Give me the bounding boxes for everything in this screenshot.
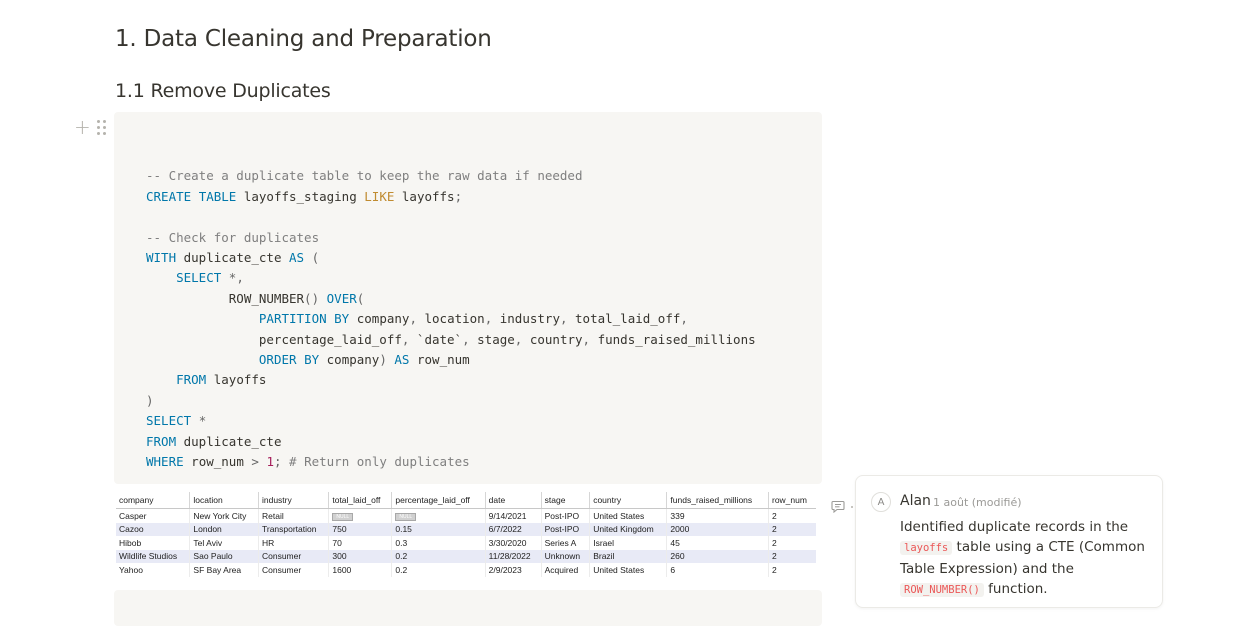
- table-cell: Hibob: [119, 537, 142, 548]
- column-header-industry: industry: [257, 492, 329, 509]
- table-cell: Yahoo: [119, 564, 143, 575]
- inline-code-layoffs: layoffs: [900, 541, 953, 556]
- table-row: Cazoo London Transportation 750 0.15 6/7/2022…: [116, 522, 816, 536]
- table-row: Yahoo SF Bay Area Consumer 1600 0.2 2/9/2023 A…: [116, 563, 816, 577]
- table-cell: 2/9/2023: [484, 563, 542, 577]
- page-heading-1: 1. Data Cleaning and Preparation: [115, 26, 492, 52]
- table-cell: 9/14/2021: [484, 508, 542, 523]
- table-cell: NULL: [328, 508, 392, 523]
- table-cell: 0.2: [391, 549, 486, 563]
- table-header-row: company location industry total_laid_off per…: [116, 492, 816, 509]
- table-cell: 2: [767, 536, 816, 550]
- separator-dot: [851, 505, 853, 508]
- column-header-total-laid-off: total_laid_off: [328, 492, 392, 509]
- table-cell: Cazoo: [116, 522, 190, 536]
- table-cell: Sao Paulo: [189, 549, 259, 563]
- table-cell: 11/28/2022: [484, 549, 542, 563]
- table-cell: United States: [589, 563, 667, 577]
- column-header-country: country: [589, 492, 667, 509]
- table-cell: United Kingdom: [589, 522, 667, 536]
- table-cell: Casper: [119, 510, 147, 521]
- table-cell: SF Bay Area: [189, 563, 259, 577]
- null-badge: NULL: [395, 512, 417, 521]
- comment-text-1: Identified duplicate records in the: [900, 519, 1129, 535]
- table-cell: London: [189, 522, 259, 536]
- table-cell: Series A: [540, 536, 590, 550]
- column-header-company: company: [116, 492, 190, 509]
- table-cell: 45: [666, 536, 769, 550]
- comment-icon: [831, 500, 845, 513]
- drag-handle-icon[interactable]: [96, 119, 106, 135]
- column-header-location: location: [189, 492, 259, 509]
- table-cell: Wildlife Studios: [116, 549, 190, 563]
- table-cell: 2: [767, 522, 816, 536]
- table-cell: Consumer: [257, 549, 329, 563]
- table-cell: 1600: [328, 563, 392, 577]
- query-result-table: company location industry total_laid_off per…: [116, 492, 816, 577]
- table-cell: New York City: [189, 508, 259, 523]
- table-cell: 0.15: [391, 522, 486, 536]
- table-cell: Transportation: [257, 522, 329, 536]
- table-cell: 3/30/2020: [484, 536, 542, 550]
- comment-button[interactable]: [831, 500, 853, 513]
- comment-timestamp: 1 août (modifié): [933, 496, 1022, 509]
- table-cell: 300: [328, 549, 392, 563]
- table-cell: 339: [666, 508, 769, 523]
- table-cell: HR: [257, 536, 329, 550]
- empty-code-block[interactable]: [114, 590, 822, 626]
- inline-code-row-number: ROW_NUMBER(): [900, 582, 984, 597]
- table-cell: 6/7/2022: [484, 522, 542, 536]
- comment-body: Identified duplicate records in the layo…: [900, 517, 1152, 600]
- table-cell: Israel: [589, 536, 667, 550]
- column-header-funds-raised-millions: funds_raised_millions: [666, 492, 769, 509]
- table-cell: Consumer: [257, 563, 329, 577]
- table-cell: Post-IPO: [540, 522, 590, 536]
- table-cell: 260: [666, 549, 769, 563]
- column-header-date: date: [484, 492, 542, 509]
- table-cell: 2: [767, 508, 816, 523]
- table-body: Casper New York City Retail NULL NULL 9/14/20…: [116, 508, 816, 577]
- block-controls: +: [74, 117, 114, 137]
- table-cell: 70: [328, 536, 392, 550]
- sql-code-block[interactable]: -- Create a duplicate table to keep the …: [114, 112, 822, 484]
- table-cell: 2: [767, 563, 816, 577]
- column-header-stage: stage: [540, 492, 590, 509]
- table-cell: NULL: [391, 508, 486, 523]
- table-row: Hibob Tel Aviv HR 70 0.3 3/30/2020 Series A Isr…: [116, 536, 816, 550]
- table-cell: 2: [767, 549, 816, 563]
- table-row: Casper New York City Retail NULL NULL 9/14/20…: [116, 508, 816, 523]
- table-cell: Brazil: [589, 549, 667, 563]
- table-cell: United States: [589, 508, 667, 523]
- page-heading-2: 1.1 Remove Duplicates: [115, 80, 331, 102]
- code-content: -- Create a duplicate table to keep the …: [146, 168, 756, 470]
- comment-card[interactable]: A Alan 1 août (modifié) Identified dupli…: [855, 475, 1163, 608]
- table-cell: Tel Aviv: [189, 536, 259, 550]
- table-cell: Acquired: [540, 563, 590, 577]
- table-cell: 6: [666, 563, 769, 577]
- table-cell: 0.2: [391, 563, 486, 577]
- column-header-percentage-laid-off: percentage_laid_off: [391, 492, 486, 509]
- table-cell: Unknown: [540, 549, 590, 563]
- comment-text-3: function.: [983, 580, 1048, 597]
- comment-author: Alan: [900, 493, 931, 509]
- table-row: Wildlife Studios Sao Paulo Consumer 300 0.2 1…: [116, 549, 816, 563]
- null-badge: NULL: [332, 512, 354, 521]
- table-cell: Retail: [257, 508, 329, 523]
- column-header-row-num: row_num: [767, 492, 816, 509]
- table-cell: 0.3: [391, 536, 486, 550]
- plus-icon[interactable]: +: [74, 117, 91, 137]
- avatar: A: [871, 492, 891, 512]
- table-cell: 2000: [666, 522, 769, 536]
- table-cell: Post-IPO: [540, 508, 590, 523]
- table-cell: 750: [328, 522, 392, 536]
